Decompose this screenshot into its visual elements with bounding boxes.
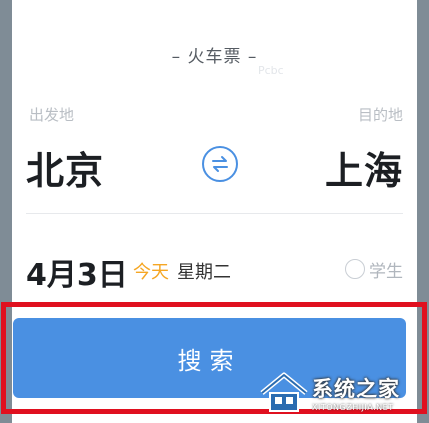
swap-arrows-icon bbox=[212, 156, 228, 172]
faint-watermark-text: Pcbc bbox=[258, 64, 284, 77]
student-label: 学生 bbox=[369, 261, 403, 282]
departure-date[interactable]: 4月3日 bbox=[26, 250, 128, 294]
departure-label: 出发地 bbox=[29, 106, 75, 124]
departure-city[interactable]: 北京 bbox=[26, 140, 104, 195]
divider bbox=[26, 213, 403, 214]
student-ticket-toggle[interactable]: 学生 bbox=[345, 256, 403, 282]
ticket-type-title: – 火车票 – bbox=[171, 47, 258, 67]
house-logo-icon bbox=[260, 372, 308, 412]
destination-city[interactable]: 上海 bbox=[325, 140, 403, 195]
destination-label: 目的地 bbox=[357, 106, 403, 124]
watermark-site-url: XITONGZHIJIA.NET bbox=[312, 402, 394, 412]
radio-circle-icon[interactable] bbox=[345, 259, 365, 279]
weekday-label: 星期二 bbox=[177, 262, 231, 283]
today-tag: 今天 bbox=[133, 262, 169, 283]
site-watermark: 系统之家 XITONGZHIJIA.NET bbox=[258, 368, 428, 416]
watermark-site-name: 系统之家 bbox=[312, 376, 400, 401]
swap-cities-button[interactable] bbox=[202, 146, 238, 182]
